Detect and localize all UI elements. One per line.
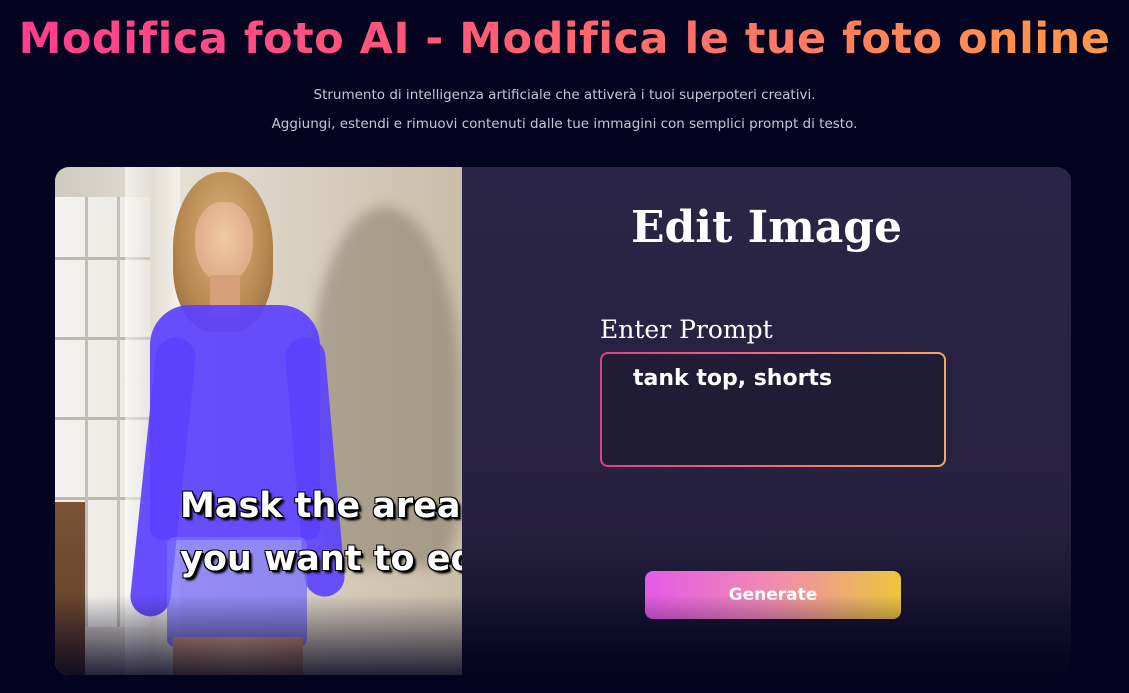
mask-caption-line-2: you want to edit bbox=[180, 539, 462, 579]
prompt-label: Enter Prompt bbox=[600, 315, 773, 344]
prompt-field-frame: tank top, shorts bbox=[600, 352, 946, 467]
model-legs bbox=[173, 637, 303, 675]
model-face bbox=[195, 202, 253, 282]
mask-caption-line-1: Mask the area bbox=[180, 486, 461, 526]
editor-card: Mask the area you want to edit Edit Imag… bbox=[55, 167, 1071, 675]
page-subtitle-line-1: Strumento di intelligenza artificiale ch… bbox=[313, 87, 816, 103]
wooden-furniture bbox=[55, 502, 85, 675]
page-title: Modifica foto AI - Modifica le tue foto … bbox=[0, 14, 1129, 64]
page-subtitle-line-2: Aggiungi, estendi e rimuovi contenuti da… bbox=[271, 116, 858, 132]
mask-instruction-caption: Mask the area you want to edit bbox=[180, 480, 462, 586]
prompt-input[interactable]: tank top, shorts bbox=[602, 354, 944, 465]
page: Modifica foto AI - Modifica le tue foto … bbox=[0, 0, 1129, 693]
edit-image-heading: Edit Image bbox=[630, 202, 903, 253]
masked-photo-canvas[interactable]: Mask the area you want to edit bbox=[55, 167, 462, 675]
generate-button[interactable]: Generate bbox=[645, 571, 901, 619]
